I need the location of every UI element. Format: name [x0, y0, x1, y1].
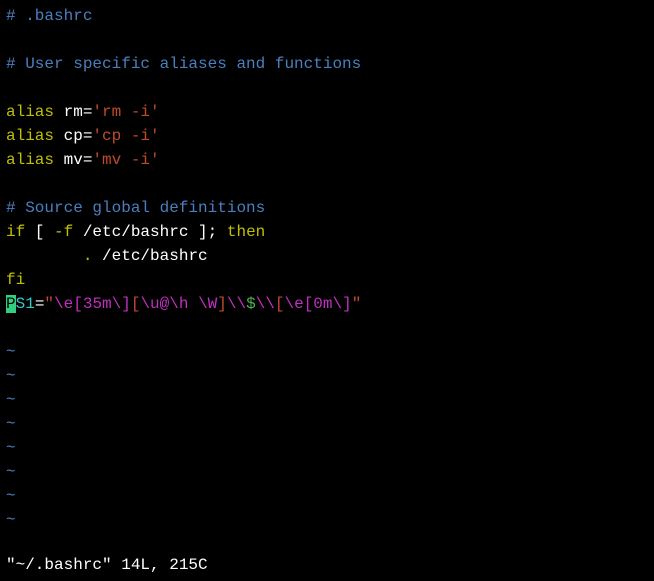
empty-line-marker: ~ — [6, 364, 648, 388]
alias-name: rm= — [54, 103, 92, 121]
path: /etc/bashrc — [73, 223, 198, 241]
cursor: P — [6, 295, 16, 313]
keyword-alias: alias — [6, 127, 54, 145]
code-line: # User specific aliases and functions — [6, 52, 648, 76]
empty-line-marker: ~ — [6, 436, 648, 460]
empty-line-marker: ~ — [6, 388, 648, 412]
equals: = — [35, 295, 45, 313]
comment: # Source global definitions — [6, 199, 265, 217]
blank-line — [6, 316, 648, 340]
quote: " — [44, 295, 54, 313]
code-line: # Source global definitions — [6, 196, 648, 220]
backslash: \\ — [227, 295, 246, 313]
alias-name: cp= — [54, 127, 92, 145]
alias-name: mv= — [54, 151, 92, 169]
string-body: ] — [217, 295, 227, 313]
vim-status-line: "~/.bashrc" 14L, 215C — [6, 553, 208, 577]
escape-seq: \e[0m\] — [285, 295, 352, 313]
bracket: [ — [25, 223, 54, 241]
indent — [6, 247, 83, 265]
keyword-if: if — [6, 223, 25, 241]
code-line: alias cp='cp -i' — [6, 124, 648, 148]
keyword-alias: alias — [6, 103, 54, 121]
code-line: if [ -f /etc/bashrc ]; then — [6, 220, 648, 244]
blank-line — [6, 172, 648, 196]
empty-line-marker: ~ — [6, 340, 648, 364]
alias-value: 'cp -i' — [92, 127, 159, 145]
bracket: ]; — [198, 223, 227, 241]
code-line: . /etc/bashrc — [6, 244, 648, 268]
dot-command: . — [83, 247, 93, 265]
dollar: $ — [246, 295, 256, 313]
alias-value: 'rm -i' — [92, 103, 159, 121]
backslash: \\ — [256, 295, 275, 313]
comment: # User specific aliases and functions — [6, 55, 361, 73]
prompt-escape: \u@\h \W — [140, 295, 217, 313]
string-body: [ — [131, 295, 141, 313]
test-flag: -f — [54, 223, 73, 241]
blank-line — [6, 76, 648, 100]
code-line: alias rm='rm -i' — [6, 100, 648, 124]
alias-value: 'mv -i' — [92, 151, 159, 169]
path: /etc/bashrc — [92, 247, 207, 265]
empty-line-marker: ~ — [6, 412, 648, 436]
empty-line-marker: ~ — [6, 508, 648, 532]
code-line: PS1="\e[35m\][\u@\h \W]\\$\\[\e[0m\]" — [6, 292, 648, 316]
escape-seq: \e[35m\] — [54, 295, 131, 313]
code-line: fi — [6, 268, 648, 292]
string-body: [ — [275, 295, 285, 313]
blank-line — [6, 28, 648, 52]
keyword-then: then — [227, 223, 265, 241]
quote: " — [352, 295, 362, 313]
ps1-var: S1 — [16, 295, 35, 313]
keyword-fi: fi — [6, 271, 25, 289]
code-line: alias mv='mv -i' — [6, 148, 648, 172]
empty-line-marker: ~ — [6, 460, 648, 484]
vim-editor[interactable]: # .bashrc # User specific aliases and fu… — [0, 0, 654, 536]
comment: # .bashrc — [6, 7, 92, 25]
empty-line-marker: ~ — [6, 484, 648, 508]
keyword-alias: alias — [6, 151, 54, 169]
code-line: # .bashrc — [6, 4, 648, 28]
